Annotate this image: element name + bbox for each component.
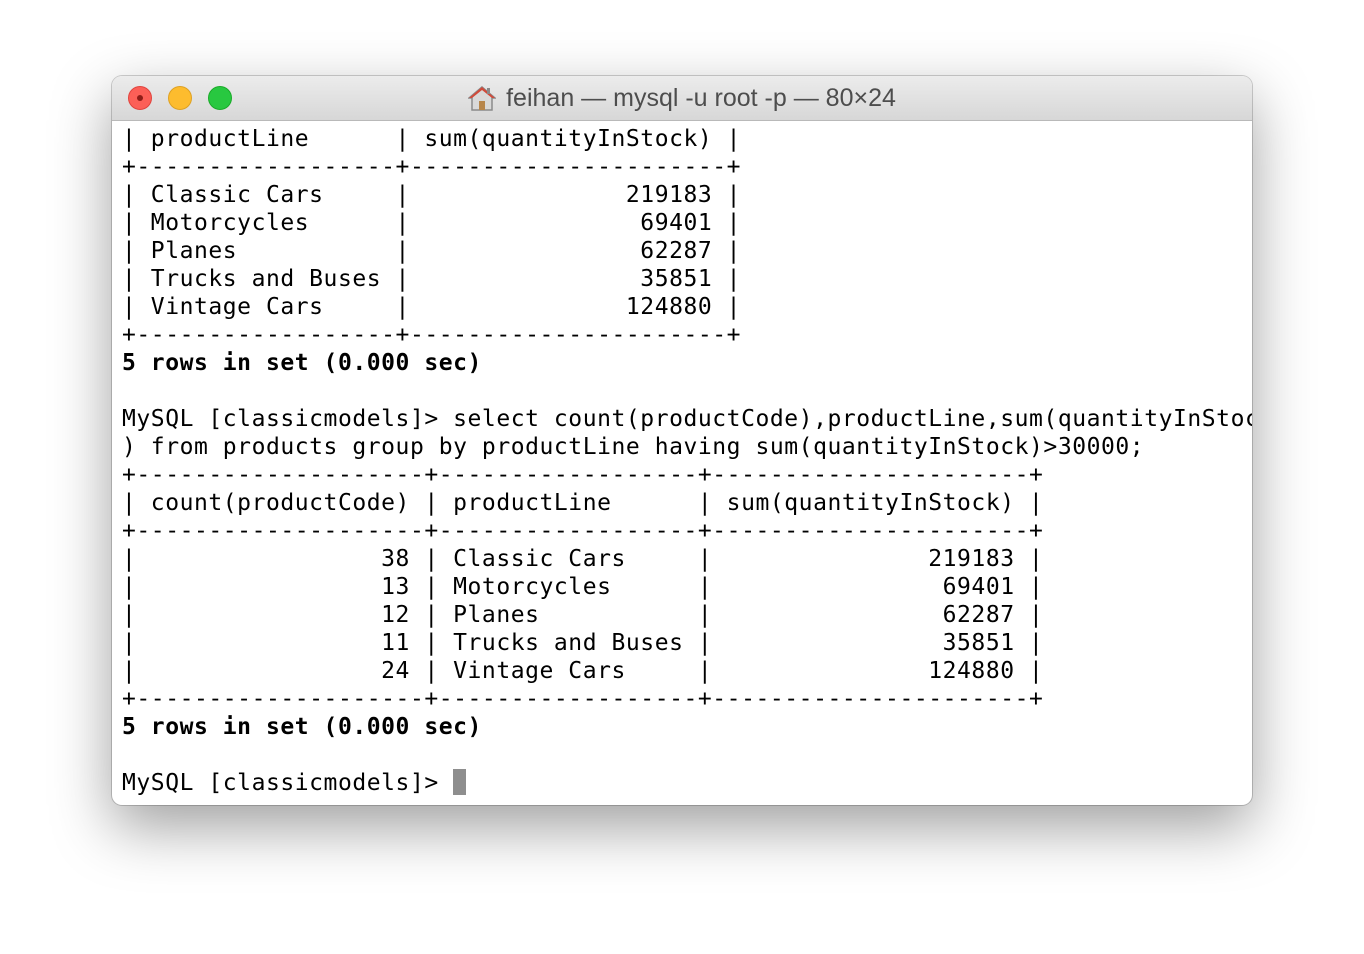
terminal-line: +------------------+--------------------… [122,322,742,348]
terminal-line: +--------------------+------------------… [122,462,1044,488]
title-bar[interactable]: feihan — mysql -u root -p — 80×24 [112,76,1252,121]
terminal-window: feihan — mysql -u root -p — 80×24 | prod… [112,76,1252,805]
terminal-line: | productLine | sum(quantityInStock) | [122,126,742,152]
text-cursor [453,769,467,795]
terminal-line: | Classic Cars | 219183 | [122,182,742,208]
terminal-line: +--------------------+------------------… [122,686,1044,712]
terminal-line: | Trucks and Buses | 35851 | [122,266,742,292]
title-text: feihan — mysql -u root -p — 80×24 [506,83,896,112]
terminal-line: +------------------+--------------------… [122,154,742,180]
terminal-line: | count(productCode) | productLine | sum… [122,490,1044,516]
terminal-line: | 13 | Motorcycles | 69401 | [122,574,1044,600]
prompt-text: MySQL [classicmodels]> [122,770,454,796]
window-title: feihan — mysql -u root -p — 80×24 [112,76,1252,120]
terminal-line: ) from products group by productLine hav… [122,434,1145,460]
terminal-line: | 11 | Trucks and Buses | 35851 | [122,630,1044,656]
terminal-line: | Motorcycles | 69401 | [122,210,742,236]
terminal-line: | 38 | Classic Cars | 219183 | [122,546,1044,572]
prompt-line[interactable]: MySQL [classicmodels]> [122,769,467,797]
terminal-line: MySQL [classicmodels]> select count(prod… [122,406,1252,432]
terminal-line: | 12 | Planes | 62287 | [122,602,1044,628]
terminal-line: | Planes | 62287 | [122,238,742,264]
terminal-line: | Vintage Cars | 124880 | [122,294,742,320]
terminal-line: +--------------------+------------------… [122,518,1044,544]
terminal-line: | 24 | Vintage Cars | 124880 | [122,658,1044,684]
terminal-line: 5 rows in set (0.000 sec) [122,350,482,376]
terminal-line: 5 rows in set (0.000 sec) [122,714,482,740]
home-icon [467,85,498,111]
terminal-output[interactable]: | productLine | sum(quantityInStock) | +-… [112,121,1252,805]
